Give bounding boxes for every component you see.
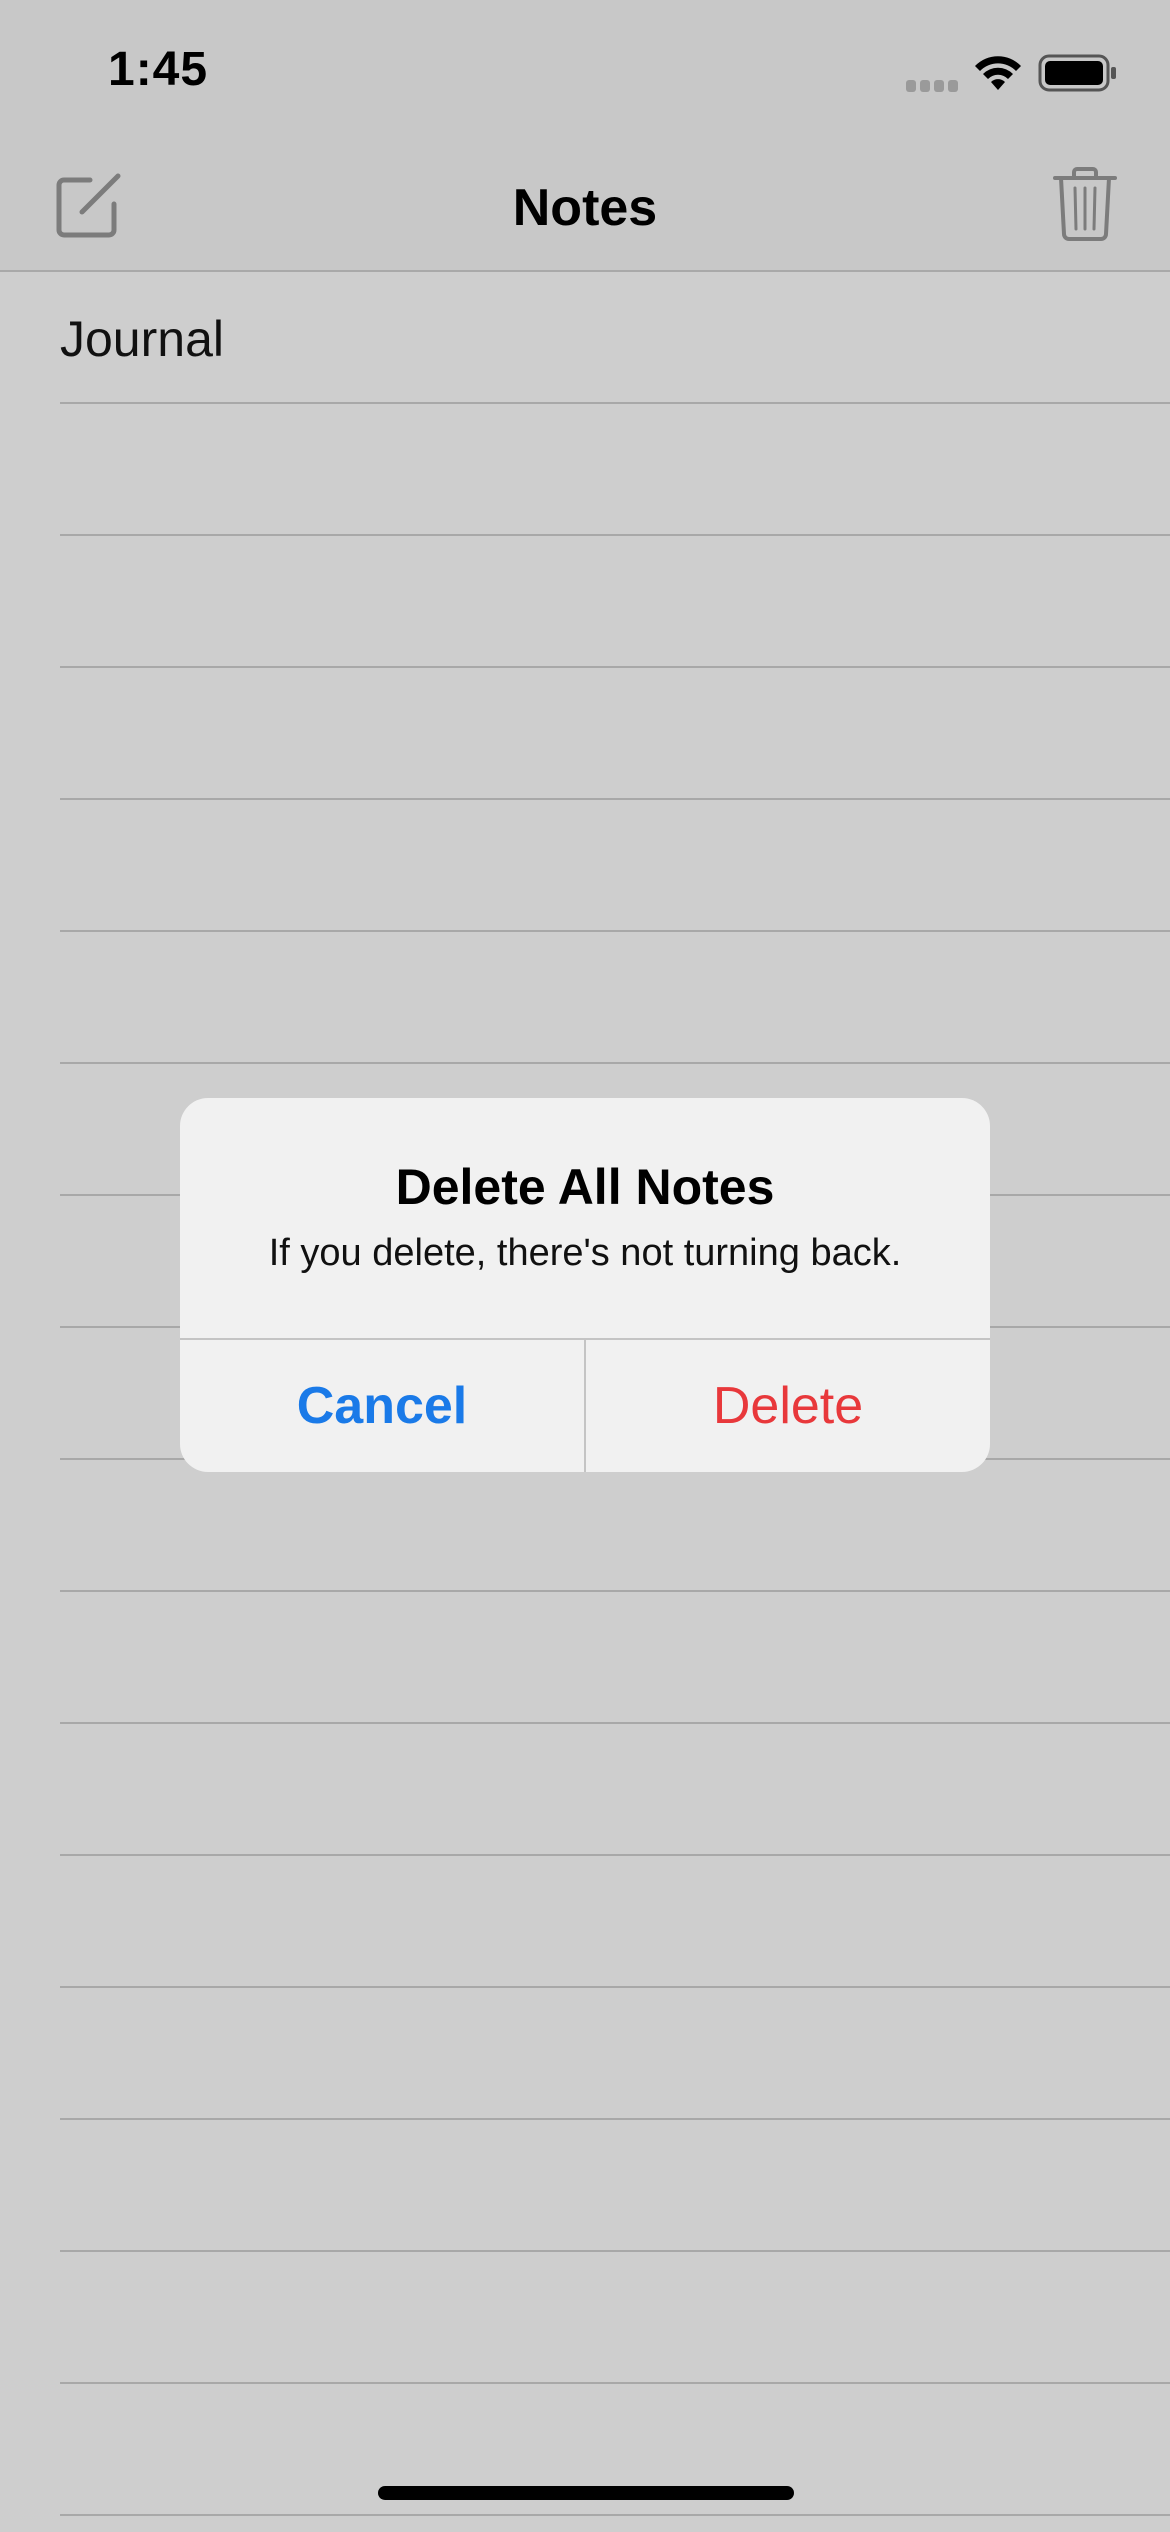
delete-alert-dialog: Delete All Notes If you delete, there's …	[180, 1098, 990, 1472]
wifi-icon	[975, 56, 1021, 90]
trash-icon[interactable]	[1052, 166, 1118, 242]
status-time: 1:45	[108, 43, 209, 96]
status-bar: 1:45	[0, 0, 1170, 140]
list-item[interactable]: Journal	[60, 310, 224, 368]
battery-icon	[1038, 54, 1116, 92]
navigation-bar: Notes	[0, 140, 1170, 272]
alert-title: Delete All Notes	[395, 1159, 775, 1215]
cancel-button[interactable]: Cancel	[180, 1340, 584, 1472]
alert-message: If you delete, there's not turning back.	[268, 1232, 902, 1274]
delete-button[interactable]: Delete	[586, 1340, 990, 1472]
home-indicator[interactable]	[378, 2486, 794, 2500]
cellular-signal-icon	[906, 80, 958, 92]
nav-title: Notes	[512, 179, 658, 237]
